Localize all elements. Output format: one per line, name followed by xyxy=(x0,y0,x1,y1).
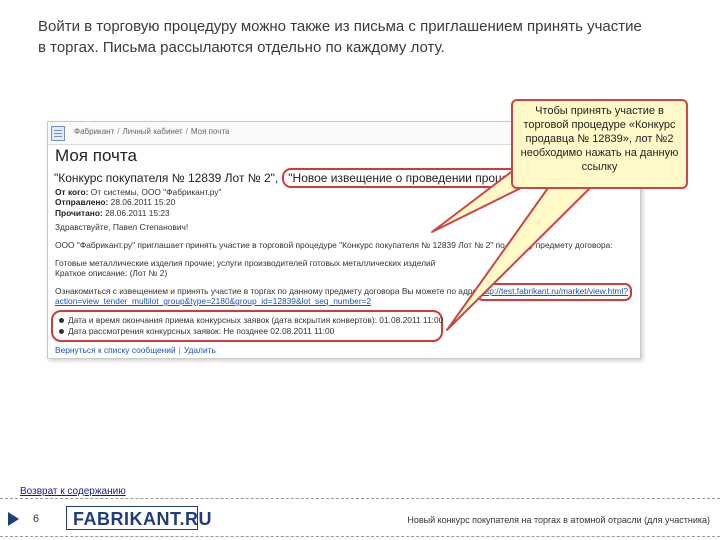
callout-pointer xyxy=(431,159,591,331)
back-to-contents-link[interactable]: Возврат к содержанию xyxy=(20,486,126,497)
page-number: 6 xyxy=(33,513,40,525)
footer-bottom-divider xyxy=(0,536,720,537)
footer-caption: Новый конкурс покупателя на торгах в ато… xyxy=(407,515,710,525)
play-icon xyxy=(8,512,19,526)
footer-divider xyxy=(0,498,720,499)
callout-note: Чтобы принять участие в торговой процеду… xyxy=(511,99,688,189)
fabrikant-logo: FABRIKANT.RU xyxy=(66,506,212,530)
